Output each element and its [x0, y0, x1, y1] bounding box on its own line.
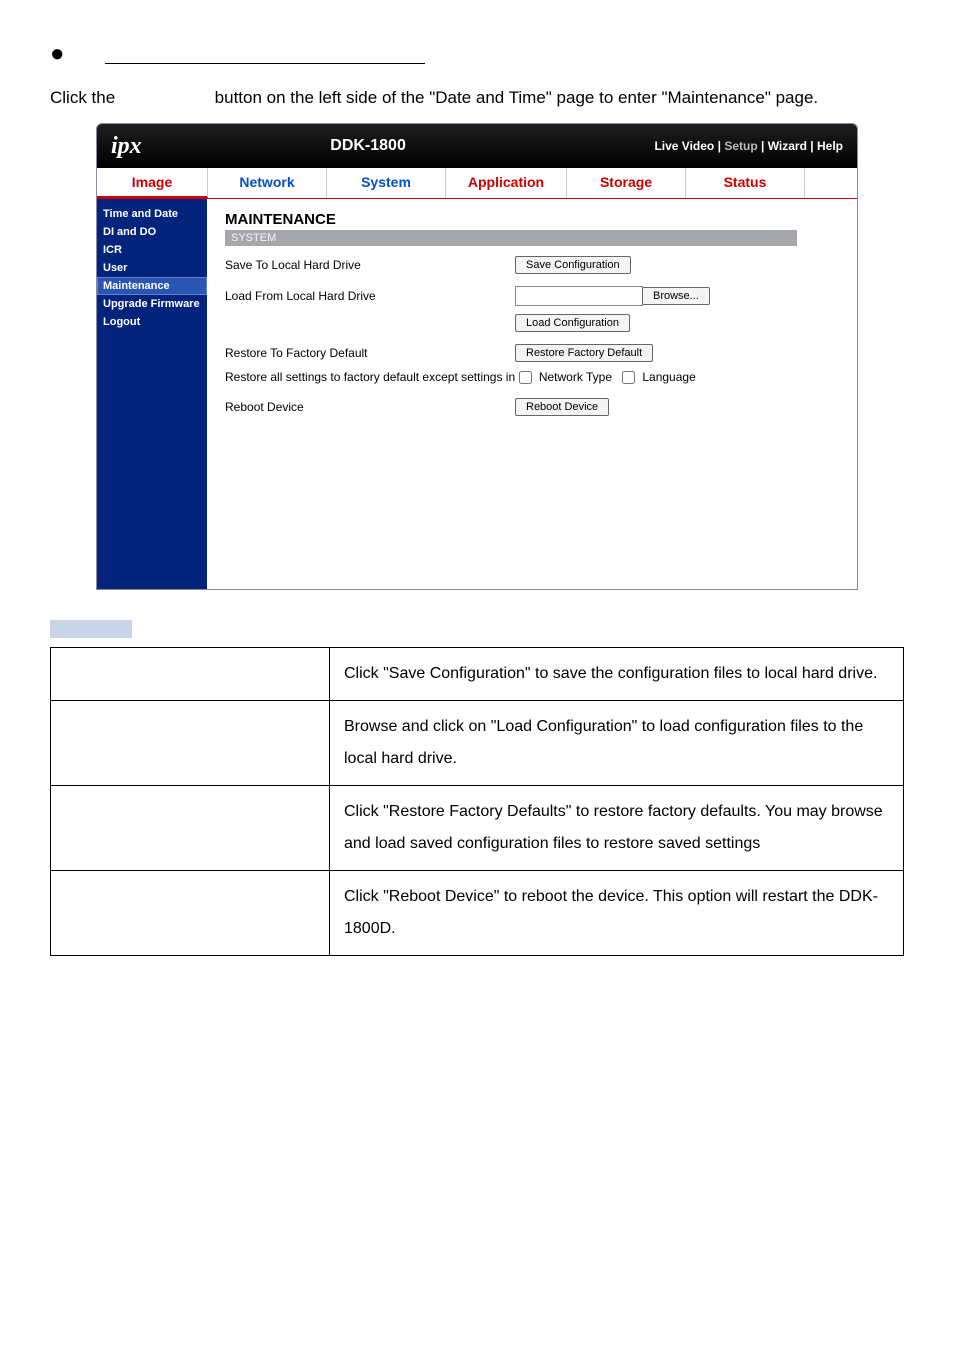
cell-load-left [51, 701, 330, 786]
body-area: Time and Date DI and DO ICR User Mainten… [97, 199, 857, 589]
sidebar-item-upgrade[interactable]: Upgrade Firmware [97, 295, 207, 313]
tab-image[interactable]: Image [97, 168, 208, 198]
link-wizard[interactable]: Wizard [768, 139, 807, 153]
cell-save-left [51, 648, 330, 701]
tab-storage[interactable]: Storage [567, 168, 686, 198]
top-links: Live Video | Setup | Wizard | Help [654, 139, 843, 153]
load-configuration-button[interactable]: Load Configuration [515, 314, 630, 332]
save-configuration-button[interactable]: Save Configuration [515, 256, 631, 274]
row-restore: Restore To Factory Default Restore Facto… [225, 344, 839, 362]
content-title: MAINTENANCE [225, 211, 839, 228]
bullet-heading: ● [50, 40, 904, 68]
checkbox-network-type[interactable] [519, 371, 532, 384]
sidebar-item-time-date[interactable]: Time and Date [97, 205, 207, 223]
cell-restore-left [51, 786, 330, 871]
section-label: SYSTEM [225, 230, 797, 246]
content-panel: MAINTENANCE SYSTEM Save To Local Hard Dr… [207, 199, 857, 589]
description-heading-bg [50, 620, 132, 638]
sidebar-item-di-do[interactable]: DI and DO [97, 223, 207, 241]
cell-reboot-left [51, 871, 330, 956]
cell-restore-right: Click "Restore Factory Defaults" to rest… [330, 786, 904, 871]
tab-system[interactable]: System [327, 168, 446, 198]
reboot-device-button[interactable]: Reboot Device [515, 398, 609, 416]
table-row: Click "Restore Factory Defaults" to rest… [51, 786, 904, 871]
link-live-video[interactable]: Live Video [654, 139, 714, 153]
intro-pre: Click the [50, 88, 120, 107]
table-row: Browse and click on "Load Configuration"… [51, 701, 904, 786]
file-path-input[interactable] [515, 286, 643, 306]
bullet-icon: ● [50, 40, 65, 68]
cell-save-right: Click "Save Configuration" to save the c… [330, 648, 904, 701]
tab-status[interactable]: Status [686, 168, 805, 198]
sep: | [761, 139, 768, 153]
model-name: DDK-1800 [96, 137, 654, 155]
checkbox-network-label: Network Type [539, 370, 612, 384]
row-save: Save To Local Hard Drive Save Configurat… [225, 256, 839, 274]
tabs-row: Image Network System Application Storage… [97, 168, 857, 199]
save-local-label: Save To Local Hard Drive [225, 258, 515, 272]
heading-underline [105, 45, 425, 64]
cell-load-right: Browse and click on "Load Configuration"… [330, 701, 904, 786]
browse-button[interactable]: Browse... [642, 287, 710, 305]
checkbox-language[interactable] [622, 371, 635, 384]
cell-reboot-right: Click "Reboot Device" to reboot the devi… [330, 871, 904, 956]
restore-note-pre: Restore all settings to factory default … [225, 370, 515, 384]
row-load-btn: Load Configuration [225, 314, 839, 332]
sidebar: Time and Date DI and DO ICR User Mainten… [97, 199, 207, 589]
restore-factory-default-button[interactable]: Restore Factory Default [515, 344, 653, 362]
sidebar-item-maintenance[interactable]: Maintenance [97, 277, 207, 295]
table-row: Click "Save Configuration" to save the c… [51, 648, 904, 701]
row-load: Load From Local Hard Drive Browse... [225, 286, 839, 306]
intro-text: Click the button on the left side of the… [50, 88, 904, 108]
row-reboot: Reboot Device Reboot Device [225, 398, 839, 416]
checkbox-language-label: Language [642, 370, 695, 384]
sidebar-item-logout[interactable]: Logout [97, 313, 207, 331]
sidebar-item-icr[interactable]: ICR [97, 241, 207, 259]
link-help[interactable]: Help [817, 139, 843, 153]
sep: | [810, 139, 817, 153]
table-row: Click "Reboot Device" to reboot the devi… [51, 871, 904, 956]
app-window: ipx DDK-1800 Live Video | Setup | Wizard… [96, 123, 858, 590]
restore-default-label: Restore To Factory Default [225, 346, 515, 360]
description-table: Click "Save Configuration" to save the c… [50, 647, 904, 956]
reboot-label: Reboot Device [225, 400, 515, 414]
header-bar: ipx DDK-1800 Live Video | Setup | Wizard… [97, 124, 857, 168]
tab-network[interactable]: Network [208, 168, 327, 198]
restore-note: Restore all settings to factory default … [225, 370, 839, 384]
sidebar-item-user[interactable]: User [97, 259, 207, 277]
tab-application[interactable]: Application [446, 168, 567, 198]
intro-post: button on the left side of the "Date and… [215, 88, 818, 107]
link-setup[interactable]: Setup [724, 139, 757, 153]
load-local-label: Load From Local Hard Drive [225, 289, 515, 303]
